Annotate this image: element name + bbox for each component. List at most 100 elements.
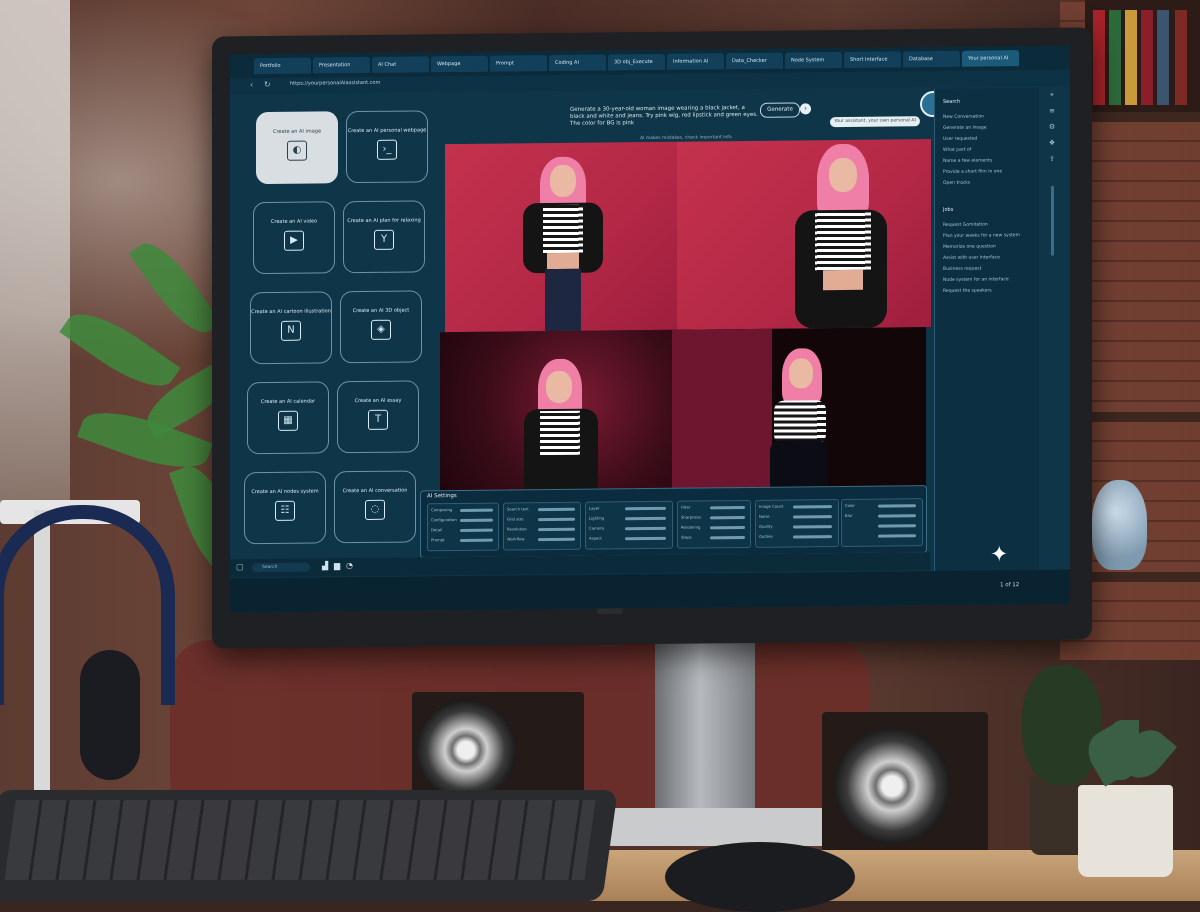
setting-slider[interactable] [538, 517, 575, 522]
bookmark-icon[interactable]: ❖ [1047, 138, 1057, 148]
browser-tab[interactable]: Node System [785, 51, 842, 69]
send-icon[interactable]: › [800, 103, 811, 115]
tool-card[interactable]: Create an AI nodes system ☷ [244, 471, 326, 545]
history-item[interactable]: Open tracks [943, 181, 970, 186]
headphones-cup [80, 650, 140, 780]
disclaimer-text: AI makes mistakes, check important info. [640, 135, 733, 142]
setting-slider[interactable] [459, 508, 494, 512]
job-item[interactable]: Business request [943, 267, 981, 272]
browser-tab[interactable]: Information AI [667, 53, 724, 70]
setting-slider[interactable] [538, 527, 575, 532]
history-item[interactable]: Generate an image [943, 125, 987, 130]
setting-slider[interactable] [710, 516, 745, 520]
generated-image-1[interactable] [445, 141, 677, 333]
filter-icon[interactable]: ⌖ [1047, 90, 1057, 100]
generate-button[interactable]: Generate [760, 102, 800, 118]
settings-group: Color Blur [841, 498, 923, 547]
setting-slider[interactable] [792, 535, 833, 539]
setting-label: Resolution [507, 526, 527, 532]
generated-image-4[interactable] [672, 327, 926, 508]
tool-card[interactable]: Create an AI conversation ◌ [334, 470, 416, 544]
mouse [665, 842, 855, 912]
browser-tab[interactable]: Presentation [313, 56, 370, 74]
scrollbar[interactable] [1051, 185, 1054, 256]
history-item[interactable]: Name a few elements [943, 158, 992, 164]
url-text[interactable]: https://yourpersonalAIassistant.com [290, 80, 380, 87]
tool-card[interactable]: Create an AI 3D object ◈ [340, 290, 422, 364]
share-icon[interactable]: ⇪ [1047, 154, 1057, 164]
browser-tab[interactable]: Prompt [490, 55, 547, 72]
shelf [1080, 112, 1200, 122]
browser-tab[interactable]: Webpage [431, 55, 488, 73]
notebook-icon: N [281, 320, 301, 341]
back-icon[interactable]: ‹ [250, 80, 253, 89]
tool-card[interactable]: Create an AI plan for relaxing Y [343, 200, 425, 274]
job-item[interactable]: Assist with user interface [943, 255, 1000, 261]
reload-icon[interactable]: ↻ [264, 80, 271, 89]
history-item[interactable]: User requested [943, 137, 977, 142]
terminal-icon: ›_ [377, 139, 397, 160]
generated-image-2[interactable] [677, 139, 931, 330]
setting-slider[interactable] [878, 514, 917, 518]
sparkle-icon[interactable]: ✦ [990, 542, 1008, 567]
job-item[interactable]: Request Gomitation [943, 222, 988, 227]
setting-slider[interactable] [792, 515, 833, 519]
job-item[interactable]: Memorize one question [943, 244, 996, 250]
setting-slider[interactable] [878, 524, 917, 528]
job-item[interactable]: Node system for an interface [943, 277, 1009, 283]
setting-slider[interactable] [710, 506, 745, 510]
setting-slider[interactable] [459, 528, 494, 532]
clock-icon[interactable]: ◔ [346, 561, 353, 570]
browser-tab[interactable]: Coding AI [549, 54, 606, 72]
tool-card[interactable]: Create an AI essay T [337, 380, 419, 454]
job-item[interactable]: Request the speakers [943, 288, 992, 294]
folder-icon[interactable]: ▆ [334, 561, 340, 570]
tool-card[interactable]: Create an AI image ◐ [256, 111, 338, 185]
settings-group: Filter Sharpness Rendering Steps [677, 499, 751, 549]
setting-slider[interactable] [624, 516, 666, 521]
job-item[interactable]: Plan your weeks for a new system [943, 233, 1020, 239]
browser-tab[interactable]: AI Chat [372, 56, 429, 73]
setting-slider[interactable] [624, 536, 666, 541]
chart-icon[interactable]: ▟ [322, 561, 328, 570]
tool-card[interactable]: Create an AI personal webpage ›_ [346, 110, 428, 184]
browser-tab[interactable]: Database [903, 50, 960, 68]
taskbar-search[interactable]: Search [252, 562, 310, 573]
generated-image-3[interactable] [440, 329, 672, 511]
setting-slider[interactable] [878, 534, 917, 538]
browser-tab[interactable]: Your personal AI [962, 50, 1019, 67]
setting-slider[interactable] [459, 518, 494, 522]
striped-top [774, 400, 826, 445]
menu-icon[interactable]: ≡ [1047, 106, 1057, 116]
settings-icon[interactable]: ⚙ [1047, 122, 1057, 132]
history-item[interactable]: What part of [943, 148, 971, 153]
assistant-pill[interactable]: Your assistant, your own personal AI [830, 116, 920, 128]
setting-slider[interactable] [710, 526, 745, 530]
history-item[interactable]: Provide a short film in one [943, 169, 1002, 175]
setting-slider[interactable] [624, 506, 666, 511]
browser-tab[interactable]: 3D obj_Execute [608, 53, 665, 71]
tool-label: Create an AI personal webpage [347, 127, 427, 135]
book [1175, 10, 1187, 105]
tool-grid: Create an AI image ◐ Create an AI personal… [244, 110, 446, 562]
browser-tab[interactable]: Data_Checker [726, 52, 783, 70]
browser-tab[interactable]: Short Interface [844, 51, 901, 68]
tool-label: Create an AI cartoon illustration [251, 308, 331, 316]
setting-slider[interactable] [792, 505, 833, 509]
setting-slider[interactable] [710, 536, 745, 540]
setting-slider[interactable] [792, 525, 833, 529]
history-item[interactable]: New Conversation [943, 115, 984, 120]
tool-card[interactable]: Create an AI calendar ▦ [247, 381, 329, 455]
prompt-text[interactable]: Generate a 30-year-old woman image weari… [570, 105, 760, 128]
setting-slider[interactable] [624, 526, 666, 531]
tool-card[interactable]: Create an AI video ▶ [253, 201, 335, 275]
setting-slider[interactable] [459, 538, 494, 542]
browser-tab[interactable]: Portfolio [254, 57, 311, 75]
face [829, 157, 857, 193]
speaker-cone [834, 728, 950, 844]
setting-slider[interactable] [538, 537, 575, 542]
setting-slider[interactable] [878, 504, 917, 508]
tool-card[interactable]: Create an AI cartoon illustration N [250, 291, 332, 365]
start-icon[interactable]: ▢ [236, 562, 244, 571]
setting-slider[interactable] [538, 507, 575, 512]
